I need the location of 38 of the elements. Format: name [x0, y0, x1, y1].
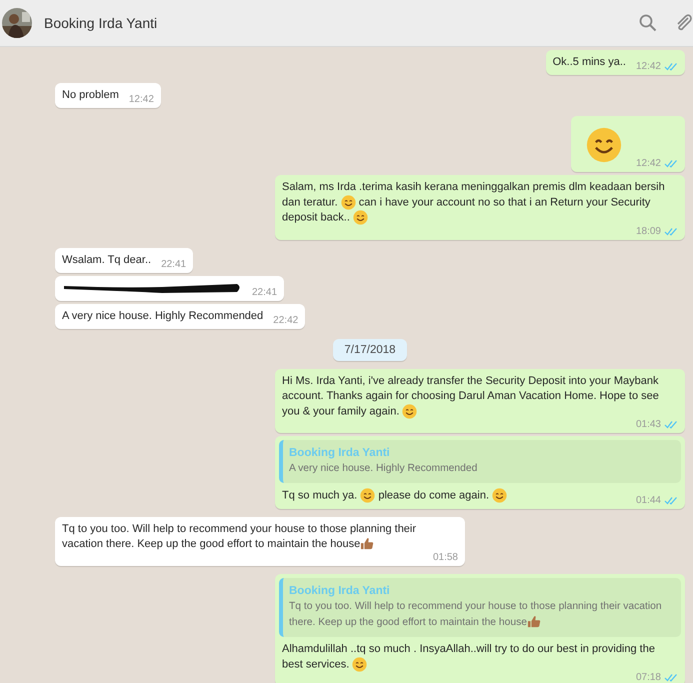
message-time: 07:18 — [636, 672, 661, 683]
message-time: 01:58 — [432, 552, 458, 563]
thumbs-up-icon — [360, 537, 374, 550]
message-text: Tq to you too. Will help to recommend your house to those planning their vacation there. Keep up the good effort to maintain the house — [62, 522, 418, 552]
message-time: 12:42 — [636, 158, 661, 169]
message-text: Tq so much ya. please do come again. — [282, 488, 508, 504]
quote-text: Tq to you too. Will help to recommend your house to those planning their vacation there. Keep up the good effort to maintain the house — [289, 600, 663, 630]
message-text: Hi Ms. Irda Yanti, i've already transfer the Security Deposit into your Maybank account. Thanks again for choosing Darul Aman Vacation Home. Hope to see you & your family again. — [282, 374, 660, 420]
message-text: No problem — [62, 88, 119, 103]
message-text: Alhamdulillah ..tq so much . InsyaAllah..will try to do our best in providing the best services. — [282, 642, 656, 672]
quote-text: A very nice house. Highly Recommended — [289, 462, 478, 476]
message-time: 18:09 — [636, 226, 661, 237]
message-text: Ok..5 mins ya.. — [552, 55, 626, 70]
smiley-icon — [352, 656, 368, 672]
thumbs-up-icon — [526, 615, 541, 628]
smiley-icon — [352, 210, 368, 226]
smiley-icon — [492, 488, 508, 504]
smiley-icon — [402, 404, 418, 419]
message-time: 22:41 — [252, 286, 278, 298]
quote-author: Booking Irda Yanti — [289, 446, 391, 462]
smiley-icon — [586, 127, 622, 163]
message-time: 01:43 — [636, 419, 661, 430]
quote-author: Booking Irda Yanti — [289, 584, 391, 599]
quoted-message[interactable]: Booking Irda Yanti A very nice house. Highly Recommended — [279, 440, 681, 484]
quoted-message[interactable]: Booking Irda Yanti Tq to you too. Will help to recommend your house to those planning their vacation there. Keep up the good effort to maintain the house — [279, 578, 681, 637]
message-time: 01:44 — [636, 494, 661, 506]
search-icon[interactable] — [639, 13, 659, 33]
message-time: 12:42 — [128, 94, 154, 105]
message-time: 22:41 — [161, 258, 186, 270]
message-text: Salam, ms Irda .terima kasih kerana meninggalkan premis dlm keadaan bersih dan teratur. can i have your account no so that i an Return your Security deposit back.. — [282, 180, 666, 226]
message-time: 12:42 — [636, 61, 661, 72]
date-chip: 7/17/2018 — [333, 338, 407, 361]
contact-name: Booking Irda Yanti — [44, 15, 158, 31]
message-text: Wsalam. Tq dear.. — [62, 252, 152, 268]
smiley-icon — [360, 488, 376, 504]
message-text: A very nice house. Highly Recommended — [62, 308, 264, 324]
smiley-icon — [340, 195, 356, 210]
message-time: 22:42 — [273, 314, 298, 326]
